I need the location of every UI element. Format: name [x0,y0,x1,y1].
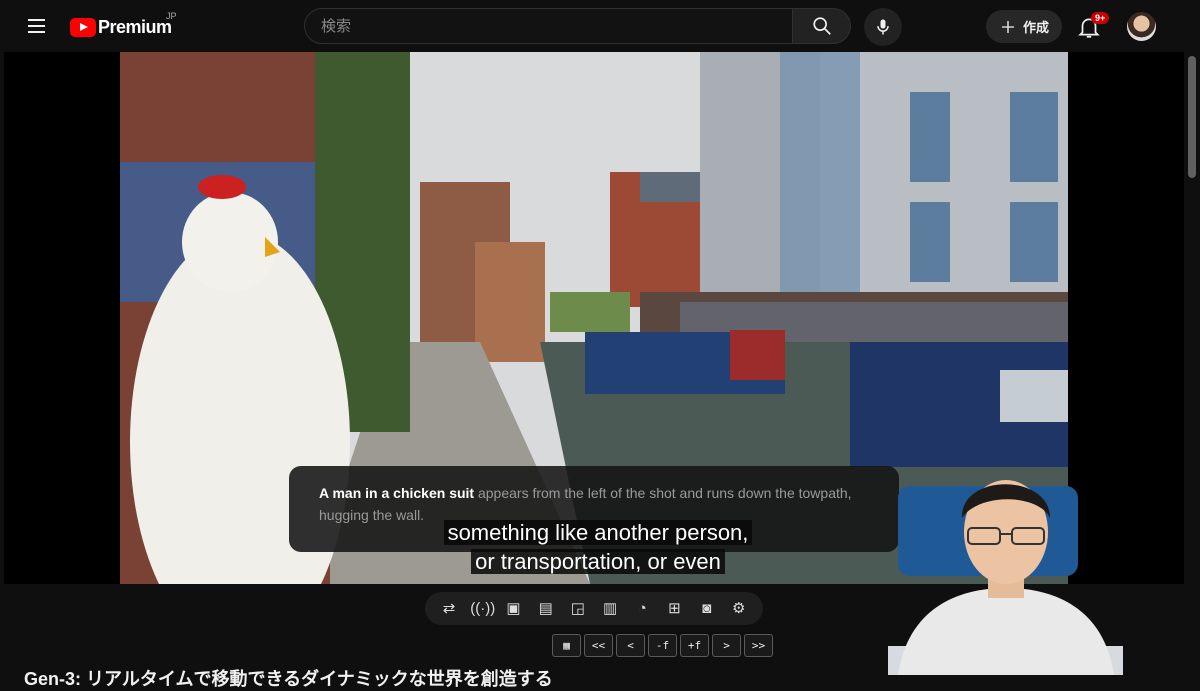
loop-icon[interactable]: ⇄ [438,598,460,620]
screen-view-icon[interactable]: ▣ [502,598,524,620]
cinema-icon[interactable]: ▥ [599,598,621,620]
region-label: JP [166,11,177,21]
frame-step-controls: ▦ << < -f +f > >> [552,634,773,657]
create-button[interactable]: 作成 [986,10,1062,43]
presenter-webcam [888,480,1123,675]
webcam-overlay [888,458,1123,675]
notification-badge: 9+ [1091,12,1110,24]
camera-icon[interactable]: ◙ [696,598,718,620]
forward-far-button[interactable]: >> [744,634,773,657]
video-tools-toolbar: ⇄ ((·)) ▣ ▤ ◲ ▥ ◔ ⊞ ◙ ⚙ [425,592,763,625]
avatar[interactable] [1127,12,1156,41]
speedometer-icon[interactable]: ◔ [631,598,653,620]
broadcast-icon[interactable]: ((·)) [470,598,495,620]
frame-back-button[interactable]: -f [648,634,677,657]
add-frame-icon[interactable]: ⊞ [663,598,685,620]
subtitle-line-2: or transportation, or even [471,549,725,574]
voice-search-button[interactable] [864,8,902,46]
frame-forward-button[interactable]: +f [680,634,709,657]
microphone-icon [877,19,889,35]
rewind-button[interactable]: < [616,634,645,657]
search-box [304,8,793,44]
youtube-premium-logo[interactable]: Premium [70,16,172,38]
keyboard-icon[interactable]: ▦ [552,634,581,657]
plus-icon [1001,20,1014,33]
logo-text: Premium [98,16,172,37]
create-label: 作成 [1022,20,1049,35]
youtube-play-icon [70,17,96,37]
caption-highlight: A man in a chicken suit [319,485,475,501]
clapper-icon[interactable]: ▤ [535,598,557,620]
scrollbar[interactable] [1188,56,1196,178]
subtitle-line-1: something like another person, [443,520,753,545]
forward-button[interactable]: > [712,634,741,657]
rewind-far-button[interactable]: << [584,634,613,657]
picture-in-picture-icon[interactable]: ◲ [567,598,589,620]
search-icon [813,17,831,35]
top-bar: Premium JP 作成 9+ [0,0,1200,52]
search-input[interactable] [305,9,792,43]
hamburger-menu-icon[interactable] [24,14,48,38]
gear-icon[interactable]: ⚙ [728,598,750,620]
search-button[interactable] [792,8,851,44]
video-title: Gen-3: リアルタイムで移動できるダイナミックな世界を創造する [24,669,553,689]
